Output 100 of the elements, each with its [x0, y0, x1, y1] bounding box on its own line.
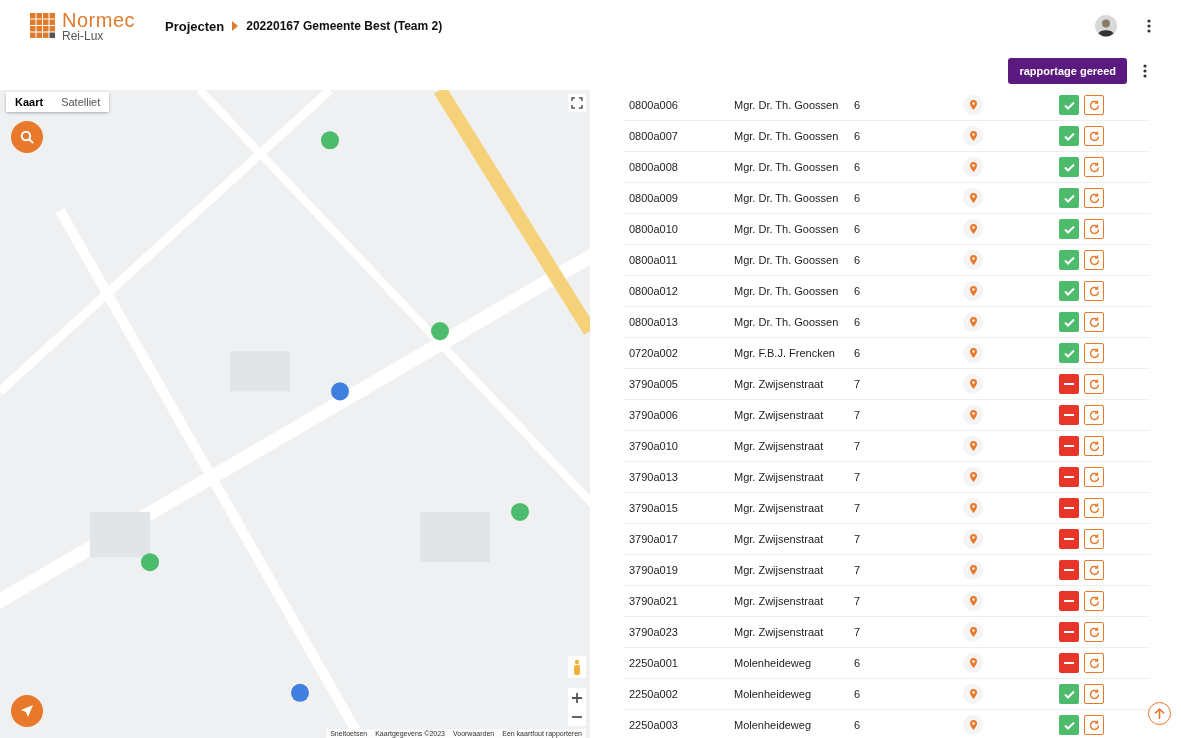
status-button[interactable] — [1059, 219, 1079, 239]
status-button[interactable] — [1059, 529, 1079, 549]
status-button[interactable] — [1059, 684, 1079, 704]
zoom-in-button[interactable] — [568, 688, 586, 708]
status-button[interactable] — [1059, 715, 1079, 735]
location-button[interactable] — [963, 715, 983, 735]
table-cell-text: 6 — [853, 160, 862, 174]
status-button[interactable] — [1059, 622, 1079, 642]
location-pin-icon — [969, 627, 977, 637]
location-button[interactable] — [963, 281, 983, 301]
redo-button[interactable] — [1084, 653, 1104, 673]
redo-button[interactable] — [1084, 95, 1104, 115]
location-button[interactable] — [963, 219, 983, 239]
check-icon — [1063, 286, 1075, 296]
zoom-out-button[interactable] — [568, 708, 586, 726]
brand-name: Normec — [62, 10, 135, 30]
table-cell-text: 6 — [853, 656, 862, 670]
minus-icon — [1064, 445, 1074, 447]
location-pin-icon — [969, 565, 977, 575]
table-cell-text: 3790a005 — [628, 377, 679, 391]
status-button[interactable] — [1059, 405, 1079, 425]
location-button[interactable] — [963, 126, 983, 146]
redo-button[interactable] — [1084, 374, 1104, 394]
location-button[interactable] — [963, 591, 983, 611]
minus-icon — [1064, 538, 1074, 540]
location-button[interactable] — [963, 653, 983, 673]
location-button[interactable] — [963, 374, 983, 394]
redo-button[interactable] — [1084, 219, 1104, 239]
location-pin-icon — [969, 658, 977, 668]
status-button[interactable] — [1059, 126, 1079, 146]
redo-button[interactable] — [1084, 405, 1104, 425]
redo-button[interactable] — [1084, 622, 1104, 642]
location-button[interactable] — [963, 684, 983, 704]
location-button[interactable] — [963, 467, 983, 487]
logo-icon — [30, 13, 56, 39]
redo-button[interactable] — [1084, 467, 1104, 487]
location-button[interactable] — [963, 188, 983, 208]
report-ready-button[interactable]: rapportage gereed — [1008, 58, 1127, 84]
breadcrumb-link[interactable]: 20220167 Gemeente Best (Team 2) — [246, 19, 443, 33]
more-icon[interactable] — [1143, 64, 1147, 78]
table-cell-text: 0800a011 — [628, 253, 679, 267]
location-button[interactable] — [963, 250, 983, 270]
redo-button[interactable] — [1084, 126, 1104, 146]
redo-button[interactable] — [1084, 715, 1104, 735]
status-button[interactable] — [1059, 467, 1079, 487]
redo-icon — [1088, 626, 1100, 638]
check-icon — [1063, 317, 1075, 327]
redo-button[interactable] — [1084, 591, 1104, 611]
status-button[interactable] — [1059, 188, 1079, 208]
table-cell-text: 0800a006 — [628, 98, 679, 112]
location-button[interactable] — [963, 436, 983, 456]
location-button[interactable] — [963, 560, 983, 580]
location-pin-icon — [969, 317, 977, 327]
minus-icon — [1064, 507, 1074, 509]
location-button[interactable] — [963, 95, 983, 115]
redo-button[interactable] — [1084, 250, 1104, 270]
avatar-icon[interactable] — [1095, 15, 1117, 37]
status-button[interactable] — [1059, 560, 1079, 580]
status-button[interactable] — [1059, 653, 1079, 673]
location-button[interactable] — [963, 157, 983, 177]
redo-button[interactable] — [1084, 343, 1104, 363]
status-button[interactable] — [1059, 250, 1079, 270]
redo-button[interactable] — [1084, 529, 1104, 549]
table-cell-text: Mgr. Dr. Th. Goossen — [733, 315, 840, 329]
status-button[interactable] — [1059, 95, 1079, 115]
redo-button[interactable] — [1084, 498, 1104, 518]
status-button[interactable] — [1059, 312, 1079, 332]
redo-button[interactable] — [1084, 157, 1104, 177]
redo-button[interactable] — [1084, 684, 1104, 704]
status-button[interactable] — [1059, 374, 1079, 394]
table-cell-text: Molenheideweg — [733, 718, 813, 732]
redo-button[interactable] — [1084, 188, 1104, 208]
location-button[interactable] — [963, 312, 983, 332]
map-type-tab[interactable]: Kaart — [6, 92, 53, 112]
check-icon — [1063, 193, 1075, 203]
scroll-up-button[interactable] — [1148, 702, 1171, 725]
breadcrumb-link[interactable]: Projecten — [165, 18, 225, 34]
map-type-tab[interactable]: Satelliet — [52, 92, 110, 112]
status-button[interactable] — [1059, 343, 1079, 363]
redo-button[interactable] — [1084, 560, 1104, 580]
fullscreen-icon — [571, 97, 583, 109]
more-icon[interactable] — [1147, 19, 1151, 33]
status-button[interactable] — [1059, 436, 1079, 456]
status-button[interactable] — [1059, 157, 1079, 177]
location-button[interactable] — [963, 529, 983, 549]
status-button[interactable] — [1059, 281, 1079, 301]
location-button[interactable] — [963, 622, 983, 642]
redo-button[interactable] — [1084, 281, 1104, 301]
location-button[interactable] — [963, 498, 983, 518]
location-pin-icon — [969, 131, 977, 141]
redo-button[interactable] — [1084, 436, 1104, 456]
search-icon — [20, 130, 34, 144]
location-button[interactable] — [963, 343, 983, 363]
street-view-button[interactable] — [568, 656, 586, 678]
fullscreen-button[interactable] — [568, 94, 586, 112]
redo-button[interactable] — [1084, 312, 1104, 332]
status-button[interactable] — [1059, 591, 1079, 611]
location-button[interactable] — [963, 405, 983, 425]
status-button[interactable] — [1059, 498, 1079, 518]
check-icon — [1063, 720, 1075, 730]
